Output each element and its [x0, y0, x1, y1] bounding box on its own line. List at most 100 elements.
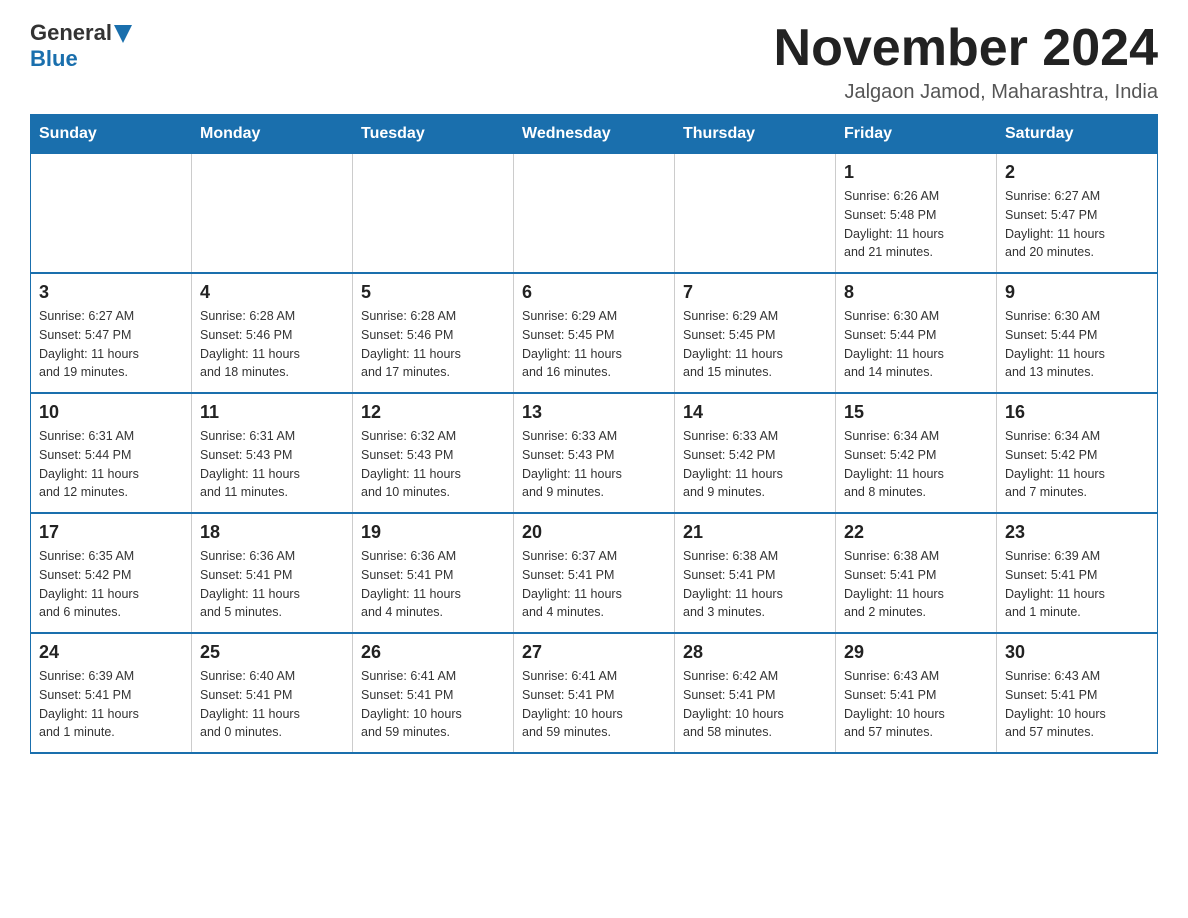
calendar-cell: 22 Sunrise: 6:38 AMSunset: 5:41 PMDayligh…	[836, 513, 997, 633]
day-info: Sunrise: 6:33 AMSunset: 5:43 PMDaylight:…	[522, 427, 666, 502]
day-number: 25	[200, 642, 344, 663]
day-info: Sunrise: 6:31 AMSunset: 5:44 PMDaylight:…	[39, 427, 183, 502]
calendar-cell: 28 Sunrise: 6:42 AMSunset: 5:41 PMDayligh…	[675, 633, 836, 753]
day-info: Sunrise: 6:34 AMSunset: 5:42 PMDaylight:…	[1005, 427, 1149, 502]
day-info: Sunrise: 6:43 AMSunset: 5:41 PMDaylight:…	[1005, 667, 1149, 742]
day-number: 19	[361, 522, 505, 543]
calendar-week-row: 1 Sunrise: 6:26 AMSunset: 5:48 PMDaylight…	[31, 154, 1158, 274]
day-info: Sunrise: 6:32 AMSunset: 5:43 PMDaylight:…	[361, 427, 505, 502]
logo-triangle-icon	[114, 25, 132, 43]
day-info: Sunrise: 6:34 AMSunset: 5:42 PMDaylight:…	[844, 427, 988, 502]
day-info: Sunrise: 6:29 AMSunset: 5:45 PMDaylight:…	[683, 307, 827, 382]
day-info: Sunrise: 6:28 AMSunset: 5:46 PMDaylight:…	[361, 307, 505, 382]
day-number: 28	[683, 642, 827, 663]
day-number: 4	[200, 282, 344, 303]
day-info: Sunrise: 6:35 AMSunset: 5:42 PMDaylight:…	[39, 547, 183, 622]
day-number: 27	[522, 642, 666, 663]
calendar-cell: 29 Sunrise: 6:43 AMSunset: 5:41 PMDayligh…	[836, 633, 997, 753]
calendar-cell: 8Sunrise: 6:30 AMSunset: 5:44 PMDaylight…	[836, 273, 997, 393]
day-info: Sunrise: 6:38 AMSunset: 5:41 PMDaylight:…	[844, 547, 988, 622]
day-info: Sunrise: 6:30 AMSunset: 5:44 PMDaylight:…	[1005, 307, 1149, 382]
calendar-cell	[31, 154, 192, 274]
month-title: November 2024	[774, 20, 1158, 77]
day-number: 15	[844, 402, 988, 423]
calendar-cell: 7 Sunrise: 6:29 AMSunset: 5:45 PMDaylight…	[675, 273, 836, 393]
day-info: Sunrise: 6:33 AMSunset: 5:42 PMDaylight:…	[683, 427, 827, 502]
calendar-cell: 12 Sunrise: 6:32 AMSunset: 5:43 PMDayligh…	[353, 393, 514, 513]
day-number: 6	[522, 282, 666, 303]
day-number: 23	[1005, 522, 1149, 543]
day-number: 20	[522, 522, 666, 543]
day-number: 12	[361, 402, 505, 423]
calendar-day-header: Thursday	[675, 115, 836, 154]
calendar-cell: 6 Sunrise: 6:29 AMSunset: 5:45 PMDaylight…	[514, 273, 675, 393]
day-number: 30	[1005, 642, 1149, 663]
calendar-cell: 9 Sunrise: 6:30 AMSunset: 5:44 PMDaylight…	[997, 273, 1158, 393]
day-info: Sunrise: 6:36 AMSunset: 5:41 PMDaylight:…	[200, 547, 344, 622]
calendar-cell: 25 Sunrise: 6:40 AMSunset: 5:41 PMDayligh…	[192, 633, 353, 753]
calendar-cell: 18 Sunrise: 6:36 AMSunset: 5:41 PMDayligh…	[192, 513, 353, 633]
day-info: Sunrise: 6:42 AMSunset: 5:41 PMDaylight:…	[683, 667, 827, 742]
day-number: 9	[1005, 282, 1149, 303]
day-info: Sunrise: 6:30 AMSunset: 5:44 PMDaylight:…	[844, 307, 988, 382]
calendar-cell: 17 Sunrise: 6:35 AMSunset: 5:42 PMDayligh…	[31, 513, 192, 633]
day-info: Sunrise: 6:43 AMSunset: 5:41 PMDaylight:…	[844, 667, 988, 742]
calendar-cell: 13 Sunrise: 6:33 AMSunset: 5:43 PMDayligh…	[514, 393, 675, 513]
calendar-cell: 2Sunrise: 6:27 AMSunset: 5:47 PMDaylight…	[997, 154, 1158, 274]
calendar-cell	[675, 154, 836, 274]
day-number: 17	[39, 522, 183, 543]
calendar-table: SundayMondayTuesdayWednesdayThursdayFrid…	[30, 114, 1158, 754]
logo-blue-text: Blue	[30, 46, 78, 72]
day-number: 21	[683, 522, 827, 543]
calendar-cell: 24 Sunrise: 6:39 AMSunset: 5:41 PMDayligh…	[31, 633, 192, 753]
calendar-week-row: 10 Sunrise: 6:31 AMSunset: 5:44 PMDayligh…	[31, 393, 1158, 513]
calendar-day-header: Friday	[836, 115, 997, 154]
day-info: Sunrise: 6:39 AMSunset: 5:41 PMDaylight:…	[39, 667, 183, 742]
day-number: 18	[200, 522, 344, 543]
day-number: 16	[1005, 402, 1149, 423]
location-subtitle: Jalgaon Jamod, Maharashtra, India	[774, 81, 1158, 104]
day-number: 13	[522, 402, 666, 423]
calendar-cell: 10 Sunrise: 6:31 AMSunset: 5:44 PMDayligh…	[31, 393, 192, 513]
calendar-cell: 26Sunrise: 6:41 AMSunset: 5:41 PMDayligh…	[353, 633, 514, 753]
day-info: Sunrise: 6:37 AMSunset: 5:41 PMDaylight:…	[522, 547, 666, 622]
calendar-cell: 1 Sunrise: 6:26 AMSunset: 5:48 PMDaylight…	[836, 154, 997, 274]
calendar-cell: 30 Sunrise: 6:43 AMSunset: 5:41 PMDayligh…	[997, 633, 1158, 753]
day-number: 11	[200, 402, 344, 423]
day-number: 3	[39, 282, 183, 303]
day-number: 29	[844, 642, 988, 663]
day-number: 1	[844, 162, 988, 183]
calendar-cell: 16 Sunrise: 6:34 AMSunset: 5:42 PMDayligh…	[997, 393, 1158, 513]
calendar-day-header: Wednesday	[514, 115, 675, 154]
calendar-week-row: 17 Sunrise: 6:35 AMSunset: 5:42 PMDayligh…	[31, 513, 1158, 633]
day-number: 26	[361, 642, 505, 663]
day-info: Sunrise: 6:36 AMSunset: 5:41 PMDaylight:…	[361, 547, 505, 622]
day-number: 10	[39, 402, 183, 423]
day-info: Sunrise: 6:27 AMSunset: 5:47 PMDaylight:…	[1005, 187, 1149, 262]
logo-general-text: General	[30, 20, 112, 46]
day-info: Sunrise: 6:27 AMSunset: 5:47 PMDaylight:…	[39, 307, 183, 382]
calendar-cell: 15 Sunrise: 6:34 AMSunset: 5:42 PMDayligh…	[836, 393, 997, 513]
calendar-cell: 4 Sunrise: 6:28 AMSunset: 5:46 PMDaylight…	[192, 273, 353, 393]
calendar-cell: 5Sunrise: 6:28 AMSunset: 5:46 PMDaylight…	[353, 273, 514, 393]
day-info: Sunrise: 6:29 AMSunset: 5:45 PMDaylight:…	[522, 307, 666, 382]
day-number: 7	[683, 282, 827, 303]
calendar-cell: 3 Sunrise: 6:27 AMSunset: 5:47 PMDaylight…	[31, 273, 192, 393]
calendar-cell: 20 Sunrise: 6:37 AMSunset: 5:41 PMDayligh…	[514, 513, 675, 633]
calendar-day-header: Saturday	[997, 115, 1158, 154]
day-info: Sunrise: 6:26 AMSunset: 5:48 PMDaylight:…	[844, 187, 988, 262]
day-info: Sunrise: 6:28 AMSunset: 5:46 PMDaylight:…	[200, 307, 344, 382]
day-info: Sunrise: 6:40 AMSunset: 5:41 PMDaylight:…	[200, 667, 344, 742]
day-number: 24	[39, 642, 183, 663]
day-info: Sunrise: 6:38 AMSunset: 5:41 PMDaylight:…	[683, 547, 827, 622]
calendar-cell	[514, 154, 675, 274]
day-info: Sunrise: 6:41 AMSunset: 5:41 PMDaylight:…	[522, 667, 666, 742]
calendar-week-row: 24 Sunrise: 6:39 AMSunset: 5:41 PMDayligh…	[31, 633, 1158, 753]
day-info: Sunrise: 6:39 AMSunset: 5:41 PMDaylight:…	[1005, 547, 1149, 622]
day-number: 22	[844, 522, 988, 543]
calendar-cell: 19 Sunrise: 6:36 AMSunset: 5:41 PMDayligh…	[353, 513, 514, 633]
calendar-cell: 27 Sunrise: 6:41 AMSunset: 5:41 PMDayligh…	[514, 633, 675, 753]
calendar-day-header: Monday	[192, 115, 353, 154]
calendar-week-row: 3 Sunrise: 6:27 AMSunset: 5:47 PMDaylight…	[31, 273, 1158, 393]
calendar-day-header: Tuesday	[353, 115, 514, 154]
